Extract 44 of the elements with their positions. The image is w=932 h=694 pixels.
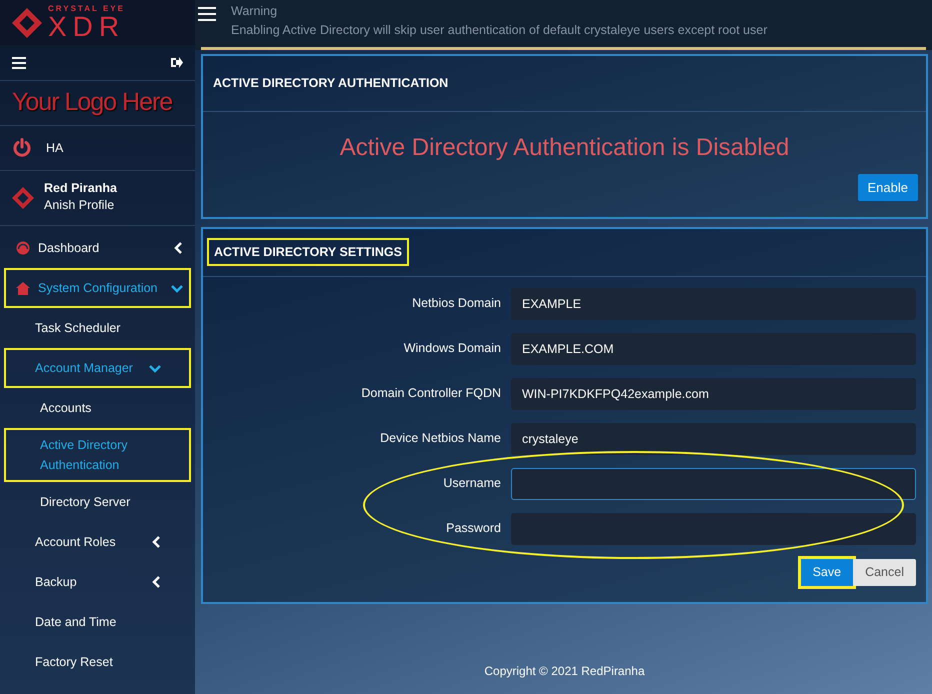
ha-label[interactable]: HA: [46, 138, 64, 158]
nav-item[interactable]: Directory Server: [4, 482, 191, 522]
warning-title: Warning: [231, 3, 278, 20]
profile-name: Red Piranha: [44, 181, 117, 196]
input-field[interactable]: EXAMPLE: [511, 288, 916, 320]
field-label: Netbios Domain: [411, 295, 501, 312]
home-icon: [16, 282, 30, 294]
nav-item[interactable]: Task Scheduler: [4, 308, 191, 348]
field-label: Windows Domain: [402, 340, 501, 358]
card-title: ACTIVE DIRECTORY SETTINGS: [209, 240, 407, 264]
card-title: ACTIVE DIRECTORY AUTHENTICATION: [203, 56, 926, 112]
field-label: Username: [442, 475, 501, 492]
brand-tagline: CRYSTAL EYE: [48, 4, 126, 12]
input-field[interactable]: [511, 512, 916, 544]
nav-item[interactable]: Dashboard: [4, 228, 191, 268]
menu-icon[interactable]: [198, 7, 216, 21]
warning-message: Enabling Active Directory will skip user authentication of default crystaleye users except root user: [231, 22, 768, 39]
input-field[interactable]: EXAMPLE.COM: [511, 332, 916, 364]
profile-subtitle: Anish Profile: [44, 196, 116, 214]
save-button[interactable]: Save: [800, 559, 854, 586]
nav-item[interactable]: Account Manager: [4, 348, 191, 388]
nav-item[interactable]: Date and Time: [4, 602, 191, 642]
nav-item[interactable]: Accounts: [4, 388, 191, 428]
cancel-button[interactable]: Cancel: [853, 559, 916, 586]
copyright-text: Copyright © 2021 RedPiranha: [483, 663, 646, 680]
menu-icon[interactable]: [12, 56, 26, 68]
field-label: Password: [445, 520, 501, 538]
power-icon[interactable]: [12, 138, 32, 158]
status-message: Active Directory Authentication is Disabled: [338, 132, 790, 163]
gauge-icon: [16, 241, 30, 255]
logo-text: Your Logo Here: [0, 80, 195, 125]
logout-icon[interactable]: [171, 57, 183, 68]
nav-item[interactable]: Account Roles: [4, 522, 191, 562]
brand-name: XDR: [48, 12, 126, 40]
nav-item[interactable]: System Configuration: [4, 268, 191, 308]
input-field[interactable]: crystaleye: [511, 422, 916, 454]
nav-item[interactable]: Active Directory Authentication: [4, 428, 191, 482]
field-label: Device Netbios Name: [379, 430, 501, 448]
enable-button[interactable]: Enable: [858, 174, 918, 202]
nav-item[interactable]: Backup: [4, 562, 191, 602]
field-label: Domain Controller FQDN: [360, 385, 501, 402]
input-field[interactable]: WIN-PI7KDKFPQ42example.com: [511, 378, 916, 410]
nav-item[interactable]: Factory Reset: [4, 642, 191, 682]
input-field[interactable]: [511, 468, 916, 500]
